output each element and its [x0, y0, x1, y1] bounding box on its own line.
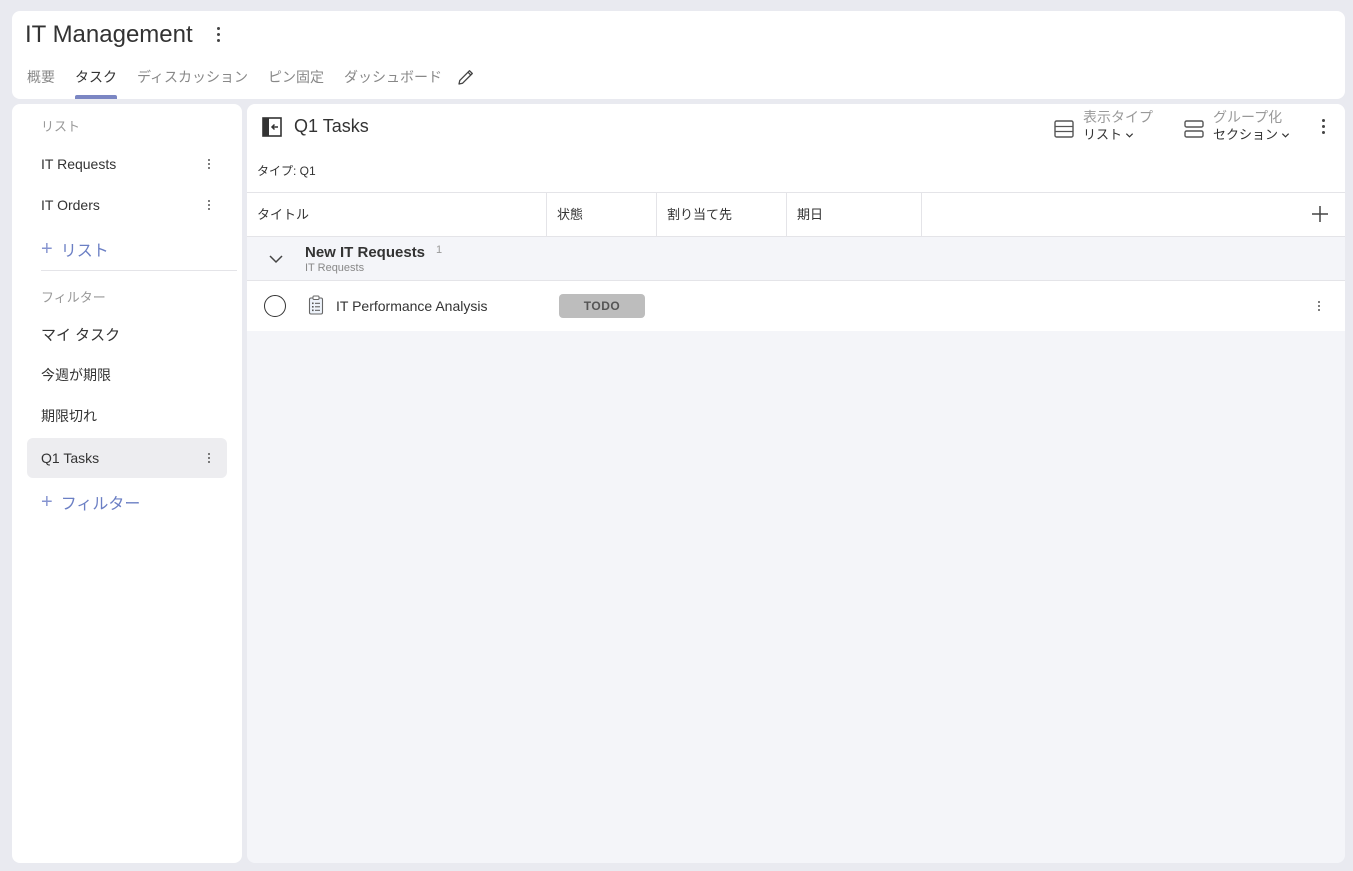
tab-bar: 概要 タスク ディスカッション ピン固定 ダッシュボード: [27, 68, 462, 99]
tab-overview[interactable]: 概要: [27, 68, 55, 99]
sidebar-item-due-this-week[interactable]: 今週が期限: [27, 355, 227, 395]
status-badge[interactable]: TODO: [559, 294, 645, 318]
table-row[interactable]: IT Performance Analysis TODO: [247, 281, 1345, 331]
lists-heading: リスト: [41, 119, 81, 134]
title-more-icon[interactable]: [208, 23, 228, 45]
chevron-down-icon: [1281, 132, 1290, 138]
sidebar-item-it-orders[interactable]: IT Orders: [27, 185, 227, 225]
group-icon: [1184, 120, 1204, 138]
row-more-icon[interactable]: [1311, 298, 1327, 314]
sidebar-item-overdue[interactable]: 期限切れ: [27, 396, 227, 436]
sidebar-item-label: IT Orders: [41, 197, 100, 213]
more-icon[interactable]: [201, 197, 217, 213]
column-title[interactable]: タイトル: [247, 193, 547, 236]
pencil-icon[interactable]: [457, 68, 475, 86]
task-title[interactable]: IT Performance Analysis: [336, 298, 487, 314]
column-assignee[interactable]: 割り当て先: [657, 193, 787, 236]
group-by-control[interactable]: グループ化 セクション: [1183, 108, 1290, 144]
filter-summary: タイプ: Q1: [257, 164, 316, 178]
add-list-label: リスト: [60, 243, 109, 260]
tab-tasks[interactable]: タスク: [75, 68, 117, 99]
view-title: Q1 Tasks: [294, 116, 369, 136]
view-type-control[interactable]: 表示タイプ リスト: [1053, 108, 1153, 144]
group-by-label: グループ化: [1213, 109, 1283, 125]
add-filter-button[interactable]: + フィルター: [41, 490, 140, 514]
sidebar-item-it-requests[interactable]: IT Requests: [27, 144, 227, 184]
tab-dashboard[interactable]: ダッシュボード: [344, 68, 442, 99]
table-header: タイトル 状態 割り当て先 期日: [247, 192, 1345, 237]
sidebar-item-label: 期限切れ: [41, 408, 97, 424]
app-header: IT Management 概要 タスク ディスカッション ピン固定 ダッシュボ…: [12, 11, 1345, 99]
group-count: 1: [436, 244, 443, 256]
view-more-icon[interactable]: [1315, 116, 1331, 136]
sidebar-item-label: IT Requests: [41, 156, 117, 172]
view-toolbar: Q1 Tasks タイプ: Q1 表示タイプ リスト グループ化 セクション: [247, 104, 1345, 192]
sidebar-item-label: 今週が期限: [41, 367, 111, 383]
sidebar: リスト IT Requests IT Orders + リスト フィルター マイ…: [12, 104, 242, 863]
tab-pinned[interactable]: ピン固定: [268, 68, 324, 99]
column-status[interactable]: 状態: [547, 193, 657, 236]
clipboard-list-icon: [308, 295, 324, 315]
sidebar-item-label: マイ タスク: [41, 326, 121, 344]
add-filter-label: フィルター: [60, 496, 141, 513]
sidebar-item-q1-tasks[interactable]: Q1 Tasks: [27, 438, 227, 478]
sidebar-item-label: Q1 Tasks: [41, 450, 100, 466]
add-list-button[interactable]: + リスト: [41, 237, 109, 261]
chevron-down-icon: [1125, 132, 1134, 138]
divider: [41, 270, 237, 271]
group-source: IT Requests: [305, 262, 365, 274]
column-due-date[interactable]: 期日: [787, 193, 922, 236]
view-type-label: 表示タイプ: [1083, 109, 1153, 125]
view-type-value: リスト: [1083, 127, 1123, 142]
plus-icon: +: [41, 491, 53, 513]
plus-icon: +: [41, 238, 53, 260]
add-column-icon[interactable]: [1311, 205, 1329, 223]
main-panel: Q1 Tasks タイプ: Q1 表示タイプ リスト グループ化 セクション タ…: [247, 104, 1345, 863]
filters-heading: フィルター: [41, 290, 106, 305]
more-icon[interactable]: [201, 450, 217, 466]
list-view-icon: [1054, 120, 1074, 138]
tab-discussion[interactable]: ディスカッション: [137, 68, 248, 99]
more-icon[interactable]: [201, 156, 217, 172]
group-row: New IT Requests 1 IT Requests: [247, 237, 1345, 281]
chevron-down-icon[interactable]: [268, 252, 284, 266]
collapse-sidebar-icon[interactable]: [261, 116, 283, 138]
group-by-value: セクション: [1213, 127, 1279, 142]
page-title: IT Management: [25, 21, 193, 48]
group-name: New IT Requests: [305, 244, 426, 261]
sidebar-item-my-tasks[interactable]: マイ タスク: [27, 314, 227, 354]
complete-checkbox[interactable]: [264, 295, 286, 317]
